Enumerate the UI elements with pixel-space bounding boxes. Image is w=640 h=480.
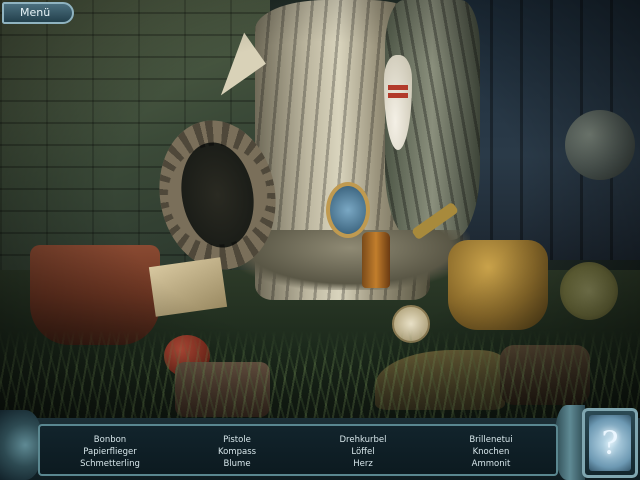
panel-ornament-left (0, 410, 42, 480)
list-item[interactable]: Brillenetui (436, 434, 546, 446)
watering-can-object[interactable] (448, 240, 548, 330)
list-item[interactable]: Ammonit (436, 458, 546, 470)
list-item[interactable]: Schmetterling (55, 458, 165, 470)
list-column: Bonbon Papierflieger Schmetterling (55, 434, 165, 470)
question-mark-icon: ? (601, 424, 619, 462)
list-item[interactable]: Bonbon (55, 434, 165, 446)
game-screen: Menü Bonbon Papierflieger Schmetterling … (0, 0, 640, 480)
list-item[interactable]: Papierflieger (55, 446, 165, 458)
list-item[interactable]: Drehkurbel (308, 434, 418, 446)
bottle-object[interactable] (362, 232, 390, 288)
list-item[interactable]: Löffel (308, 446, 418, 458)
hidden-object-list: Bonbon Papierflieger Schmetterling Pisto… (38, 424, 558, 476)
hidden-object-scene[interactable] (0, 0, 640, 420)
kettle-object[interactable] (565, 110, 635, 180)
list-item[interactable]: Blume (182, 458, 292, 470)
list-item[interactable]: Knochen (436, 446, 546, 458)
menu-button[interactable]: Menü (2, 2, 74, 24)
plate-object[interactable] (560, 262, 618, 320)
list-column: Brillenetui Knochen Ammonit (436, 434, 546, 470)
list-column: Pistole Kompass Blume (182, 434, 292, 470)
glasses-box-object[interactable] (148, 257, 228, 317)
list-item[interactable]: Pistole (182, 434, 292, 446)
list-column: Drehkurbel Löffel Herz (308, 434, 418, 470)
list-item[interactable]: Kompass (182, 446, 292, 458)
grass (0, 330, 640, 420)
hand-mirror-object[interactable] (326, 182, 370, 238)
hint-button[interactable]: ? (582, 408, 638, 478)
hint-window: ? (589, 415, 631, 471)
panel-ornament-right (555, 405, 585, 480)
list-item[interactable]: Herz (308, 458, 418, 470)
